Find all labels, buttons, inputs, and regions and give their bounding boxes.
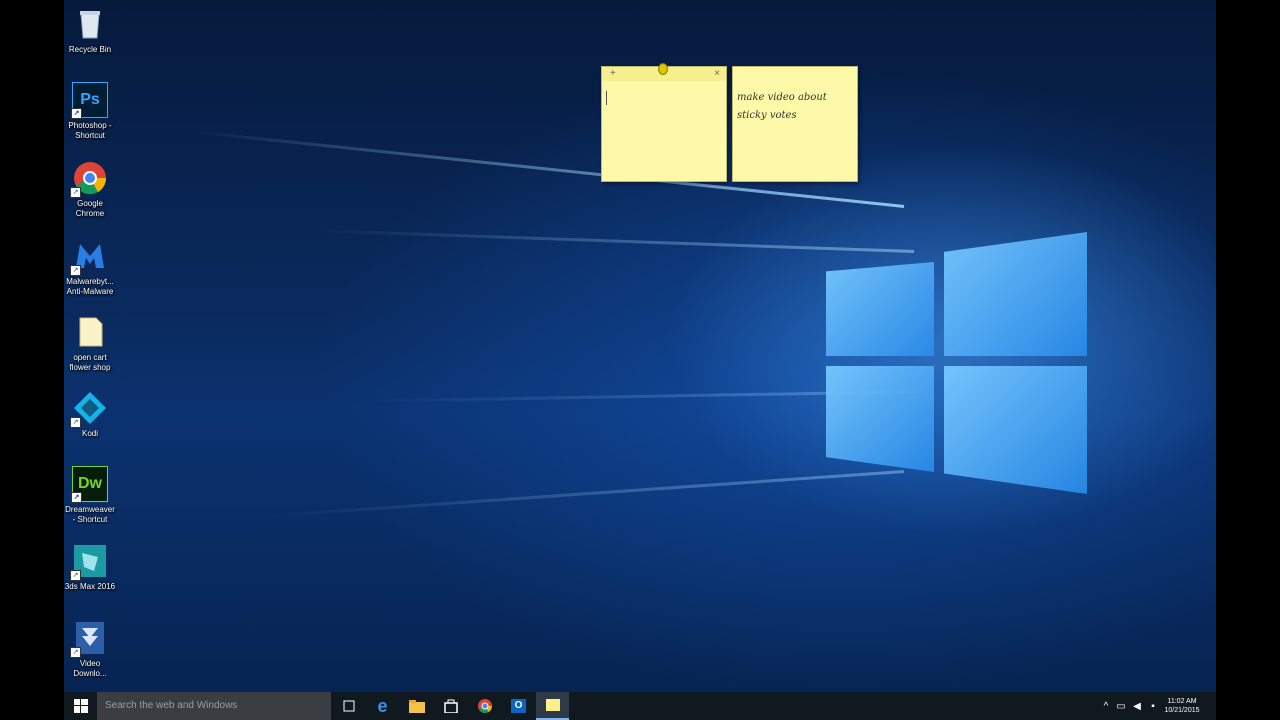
file-explorer-taskbar-button[interactable] <box>400 692 433 720</box>
icon-label: Video Downlo... <box>73 659 107 678</box>
desktop-icon-malwarebytes[interactable]: ↗ Malwarebyt... Anti-Malware <box>64 238 116 297</box>
dreamweaver-glyph: Dw <box>78 475 102 492</box>
icon-label: Photoshop - Shortcut <box>68 121 112 140</box>
icon-label: Google Chrome <box>75 199 105 218</box>
desktop-icon-3dsmax[interactable]: ↗ 3ds Max 2016 <box>64 543 116 592</box>
desktop-icon-chrome[interactable]: ↗ Google Chrome <box>64 160 116 219</box>
icon-label: Malwarebyt... Anti-Malware <box>66 277 114 296</box>
clock-time: 11:02 AM <box>1167 698 1197 705</box>
icon-label: Dreamweaver - Shortcut <box>65 505 115 524</box>
chrome-taskbar-button[interactable] <box>468 692 501 720</box>
windows-start-icon <box>73 699 88 713</box>
sticky-note-titlebar[interactable]: + × <box>602 63 726 81</box>
search-input[interactable]: Search the web and Windows <box>97 692 331 720</box>
desktop-wallpaper: Recycle Bin Ps ↗ Photoshop - Shortcut ↗ … <box>64 0 1216 692</box>
store-taskbar-button[interactable] <box>434 692 467 720</box>
recycle-bin-icon <box>72 6 108 42</box>
sticky-note-text[interactable] <box>606 91 726 105</box>
start-button[interactable] <box>64 692 97 720</box>
folder-icon <box>72 314 108 350</box>
task-view-icon <box>343 700 354 712</box>
desktop-icon-dreamweaver[interactable]: Dw ↗ Dreamweaver - Shortcut <box>64 466 116 525</box>
malwarebytes-icon: ↗ <box>70 238 108 276</box>
edge-icon: e <box>377 695 388 716</box>
store-icon <box>443 699 458 713</box>
outlook-taskbar-button[interactable]: O <box>502 692 535 720</box>
kodi-icon: ↗ <box>70 390 108 428</box>
icon-label: open cart flower shop <box>69 353 111 372</box>
desktop-icon-recycle-bin[interactable]: Recycle Bin <box>64 6 116 55</box>
video-downloader-icon: ↗ <box>70 620 108 658</box>
shortcut-arrow-icon: ↗ <box>71 108 82 119</box>
chrome-icon: ↗ <box>70 160 108 198</box>
show-hidden-icons-button[interactable]: ^ <box>1100 692 1112 720</box>
folder-icon <box>408 699 425 713</box>
shortcut-arrow-icon: ↗ <box>70 570 81 581</box>
screen: Recycle Bin Ps ↗ Photoshop - Shortcut ↗ … <box>64 0 1216 720</box>
shortcut-arrow-icon: ↗ <box>70 265 81 276</box>
windows-logo-pane <box>826 262 934 356</box>
shortcut-arrow-icon: ↗ <box>71 492 82 503</box>
sticky-notes-taskbar-button[interactable] <box>536 692 569 720</box>
desktop-icon-video-downloader[interactable]: ↗ Video Downlo... <box>64 620 116 679</box>
chrome-icon <box>477 699 492 713</box>
sticky-note[interactable]: make video about sticky votes <box>732 66 858 182</box>
close-note-button[interactable]: × <box>714 68 720 79</box>
dreamweaver-icon: Dw ↗ <box>71 466 108 503</box>
photoshop-icon: Ps ↗ <box>71 82 108 119</box>
windows-logo-pane <box>944 232 1087 356</box>
edge-taskbar-button[interactable]: e <box>366 692 399 720</box>
pushpin-icon <box>658 63 668 75</box>
clock-date: 10/21/2015 <box>1164 707 1200 714</box>
icon-label: Recycle Bin <box>68 45 112 54</box>
photoshop-glyph: Ps <box>80 91 100 108</box>
taskbar: Search the web and Windows e O ^ ▭ ◀ ▪ 1… <box>64 692 1216 720</box>
shortcut-arrow-icon: ↗ <box>70 187 81 198</box>
network-icon[interactable]: ▭ <box>1114 692 1128 720</box>
outlook-icon: O <box>511 699 526 713</box>
sticky-note-text[interactable]: make video about sticky votes <box>733 67 857 125</box>
sticky-note[interactable]: + × <box>601 63 727 182</box>
task-view-button[interactable] <box>332 692 365 720</box>
desktop-icon-folder[interactable]: open cart flower shop <box>64 314 116 373</box>
windows-logo-pane <box>944 366 1087 494</box>
power-icon[interactable]: ▪ <box>1146 692 1160 720</box>
windows-logo-pane <box>826 366 934 472</box>
sticky-notes-icon <box>545 699 560 711</box>
3dsmax-icon: ↗ <box>70 543 108 581</box>
icon-label: 3ds Max 2016 <box>64 582 116 591</box>
desktop-icon-photoshop[interactable]: Ps ↗ Photoshop - Shortcut <box>64 82 116 141</box>
desktop-icon-kodi[interactable]: ↗ Kodi <box>64 390 116 439</box>
shortcut-arrow-icon: ↗ <box>70 417 81 428</box>
clock[interactable]: 11:02 AM 10/21/2015 <box>1162 692 1202 720</box>
icon-label: Kodi <box>81 429 98 438</box>
add-note-button[interactable]: + <box>610 68 616 79</box>
shortcut-arrow-icon: ↗ <box>70 647 81 658</box>
volume-icon[interactable]: ◀ <box>1130 692 1144 720</box>
